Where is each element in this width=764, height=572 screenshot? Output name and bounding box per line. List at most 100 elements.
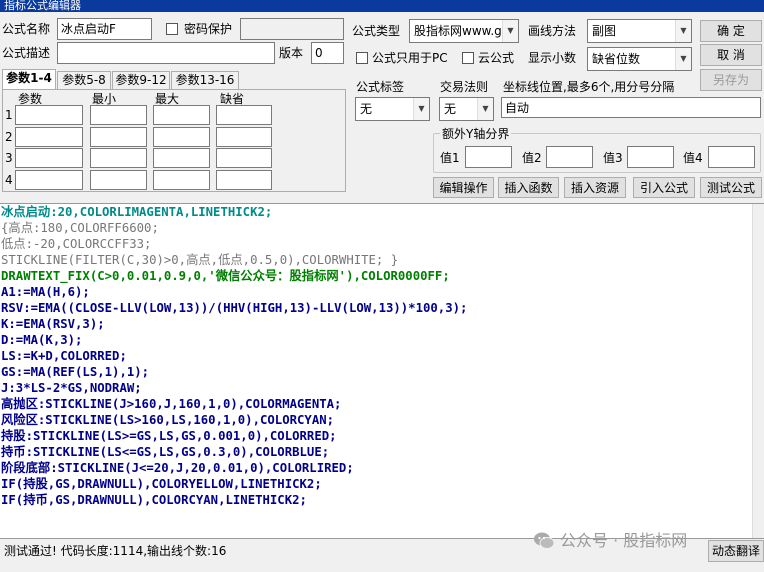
param-default-cell[interactable] [216, 148, 272, 168]
code-line: 持币:STICKLINE(LS<=GS,LS,GS,0.3,0),COLORBL… [1, 445, 330, 459]
type-select-value: 股指标网www.g [414, 24, 502, 38]
desc-input[interactable] [57, 42, 275, 64]
param-min-cell[interactable] [90, 170, 147, 190]
password-input[interactable] [240, 18, 344, 40]
pc-only-checkbox[interactable] [356, 52, 368, 64]
yaxis-value-4-input[interactable] [708, 146, 755, 168]
code-line: K:=EMA(RSV,3); [1, 317, 105, 331]
tag-select[interactable]: 无 ▼ [355, 97, 430, 121]
code-line: 持股:STICKLINE(LS>=GS,LS,GS,0.001,0),COLOR… [1, 429, 337, 443]
param-name-cell[interactable] [15, 148, 83, 168]
code-line: {高点:180,COLORFF6600; [1, 221, 159, 235]
editor-scrollbar[interactable] [752, 204, 764, 538]
type-label: 公式类型 [352, 24, 401, 38]
code-line: RSV:=EMA((CLOSE-LLV(LOW,13))/(HHV(HIGH,1… [1, 301, 468, 315]
code-line: DRAWTEXT_FIX(C>0,0.01,0.9,0,'微信公众号：股指标网'… [1, 269, 450, 283]
cloud-label: 云公式 [478, 51, 515, 65]
test-formula-button[interactable]: 测试公式 [700, 177, 762, 198]
draw-select-value: 副图 [592, 24, 617, 38]
param-name-cell[interactable] [15, 127, 83, 147]
param-min-cell[interactable] [90, 127, 147, 147]
decimals-select[interactable]: 缺省位数 ▼ [587, 47, 692, 71]
param-row-number: 3 [5, 151, 13, 165]
param-max-cell[interactable] [153, 127, 210, 147]
param-min-cell[interactable] [90, 148, 147, 168]
code-line: J:3*LS-2*GS,NODRAW; [1, 381, 142, 395]
code-editor[interactable]: 冰点启动:20,COLORLIMAGENTA,LINETHICK2; {高点:1… [0, 203, 764, 539]
param-default-cell[interactable] [216, 127, 272, 147]
trade-label: 交易法则 [440, 80, 489, 94]
tab-params-13-16[interactable]: 参数13-16 [171, 71, 239, 90]
param-name-cell[interactable] [15, 170, 83, 190]
tag-label: 公式标签 [356, 80, 405, 94]
param-max-cell[interactable] [153, 170, 210, 190]
password-checkbox[interactable] [166, 23, 178, 35]
chevron-down-icon: ▼ [675, 20, 691, 42]
tag-select-value: 无 [360, 102, 373, 116]
param-max-cell[interactable] [153, 148, 210, 168]
param-default-cell[interactable] [216, 170, 272, 190]
coords-input[interactable]: 自动 [501, 97, 761, 118]
yaxis-label-2: 值2 [522, 151, 542, 165]
decimals-label: 显示小数 [528, 51, 577, 65]
version-input[interactable]: 0 [311, 42, 344, 64]
code-line: D:=MA(K,3); [1, 333, 83, 347]
yaxis-label-1: 值1 [440, 151, 460, 165]
yaxis-label-3: 值3 [603, 151, 623, 165]
code-line: 阶段底部:STICKLINE(J<=20,J,20,0.01,0),COLORL… [1, 461, 354, 475]
name-label: 公式名称 [2, 22, 51, 36]
watermark-text: 公众号 · 股指标网 [560, 531, 688, 550]
param-name-cell[interactable] [15, 105, 83, 125]
code-line: 风险区:STICKLINE(LS>160,LS,160,1,0),COLORCY… [1, 413, 335, 427]
tab-params-1-4[interactable]: 参数1-4 [2, 69, 56, 90]
cloud-checkbox[interactable] [462, 52, 474, 64]
yaxis-value-2-input[interactable] [546, 146, 593, 168]
edit-operation-button[interactable]: 编辑操作 [433, 177, 494, 198]
trade-select[interactable]: 无 ▼ [439, 97, 494, 121]
param-max-cell[interactable] [153, 105, 210, 125]
pc-only-label: 公式只用于PC [372, 51, 448, 65]
chevron-down-icon: ▼ [502, 20, 518, 42]
code-line: GS:=MA(REF(LS,1),1); [1, 365, 150, 379]
insert-resource-button[interactable]: 插入资源 [564, 177, 626, 198]
code-line: IF(持币,GS,DRAWNULL),COLORCYAN,LINETHICK2; [1, 493, 307, 507]
window-title: 指标公式编辑器 [0, 0, 764, 12]
code-line: STICKLINE(FILTER(C,30)>0,高点,低点,0.5,0),CO… [1, 253, 399, 267]
code-line: LS:=K+D,COLORRED; [1, 349, 127, 363]
desc-label: 公式描述 [2, 46, 51, 60]
trade-select-value: 无 [444, 102, 457, 116]
yaxis-value-1-input[interactable] [465, 146, 512, 168]
chevron-down-icon: ▼ [477, 98, 493, 120]
coords-label: 坐标线位置,最多6个,用分号分隔 [503, 80, 675, 94]
insert-function-button[interactable]: 插入函数 [498, 177, 559, 198]
param-row-number: 4 [5, 173, 13, 187]
dynamic-translate-button[interactable]: 动态翻译 [708, 540, 764, 562]
status-text: 测试通过! 代码长度:1114,输出线个数:16 [4, 544, 227, 558]
tab-params-9-12[interactable]: 参数9-12 [112, 71, 170, 90]
save-as-button[interactable]: 另存为 [700, 69, 762, 91]
cancel-button[interactable]: 取 消 [700, 44, 762, 66]
decimals-select-value: 缺省位数 [592, 52, 641, 66]
ok-button[interactable]: 确 定 [700, 20, 762, 42]
draw-label: 画线方法 [528, 24, 577, 38]
yaxis-label-4: 值4 [683, 151, 703, 165]
param-min-cell[interactable] [90, 105, 147, 125]
param-default-cell[interactable] [216, 105, 272, 125]
version-label: 版本 [279, 46, 304, 60]
name-input[interactable]: 冰点启动F [57, 18, 152, 40]
import-formula-button[interactable]: 引入公式 [633, 177, 695, 198]
type-select[interactable]: 股指标网www.g ▼ [409, 19, 519, 43]
yaxis-value-3-input[interactable] [627, 146, 674, 168]
wechat-icon [533, 531, 555, 551]
code-line: A1:=MA(H,6); [1, 285, 90, 299]
code-line: IF(持股,GS,DRAWNULL),COLORYELLOW,LINETHICK… [1, 477, 322, 491]
param-row-number: 1 [5, 108, 13, 122]
code-line: 低点:-20,COLORCCFF33; [1, 237, 152, 251]
code-line: 高抛区:STICKLINE(J>160,J,160,1,0),COLORMAGE… [1, 397, 342, 411]
draw-select[interactable]: 副图 ▼ [587, 19, 692, 43]
tab-params-5-8[interactable]: 参数5-8 [57, 71, 111, 90]
chevron-down-icon: ▼ [413, 98, 429, 120]
code-line: 冰点启动:20,COLORLIMAGENTA,LINETHICK2; [1, 205, 273, 219]
password-label: 密码保护 [184, 22, 233, 36]
yaxis-title: 额外Y轴分界 [440, 124, 512, 144]
